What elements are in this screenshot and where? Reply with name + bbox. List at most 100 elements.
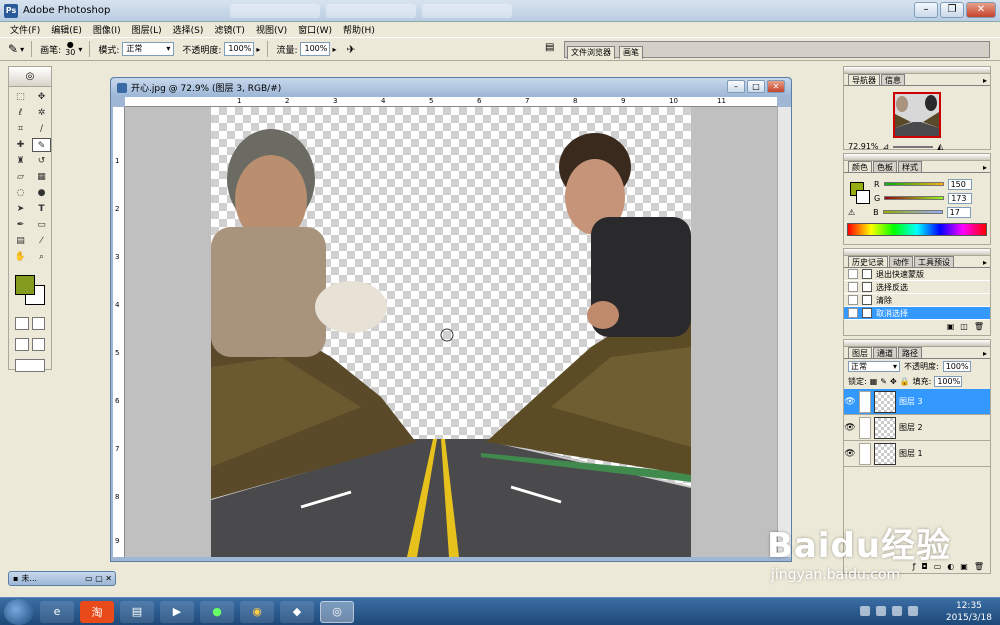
layer-brush-link-icon[interactable]	[859, 390, 871, 413]
lock-all-icon[interactable]: 🔒	[900, 377, 910, 386]
flow-arrow-icon[interactable]: ▸	[332, 45, 336, 54]
navigator-thumbnail[interactable]	[893, 92, 941, 138]
minimized-doc-buttons[interactable]: ▭ ▢ ✕	[85, 574, 112, 583]
clone-stamp-tool-icon[interactable]: ♜	[11, 154, 30, 168]
file-explorer-icon[interactable]: ▤	[120, 600, 154, 623]
document-titlebar[interactable]: 开心.jpg @ 72.9% (图层 3, RGB/#) – □ ✕	[111, 78, 791, 97]
tab-color[interactable]: 颜色	[848, 161, 872, 172]
panel-menu-icon[interactable]: ▸	[983, 258, 987, 267]
history-brush-tool-icon[interactable]: ↺	[32, 154, 51, 168]
color-panel-background-swatch[interactable]	[856, 190, 870, 204]
green-slider[interactable]	[884, 196, 945, 200]
green-app-icon[interactable]: ●	[200, 600, 234, 623]
opacity-field[interactable]: 100%	[224, 42, 255, 56]
screen-mode-full-menu-button[interactable]	[31, 338, 45, 351]
layer-row[interactable]: 👁 图层 3	[844, 389, 990, 415]
menu-filter[interactable]: 滤镜(T)	[214, 23, 245, 36]
document-vertical-scrollbar[interactable]	[777, 107, 791, 557]
type-tool-icon[interactable]: T	[32, 202, 51, 216]
tab-tool-presets[interactable]: 工具预设	[914, 256, 954, 267]
healing-brush-tool-icon[interactable]: ✚	[11, 138, 30, 152]
tab-info[interactable]: 信息	[881, 74, 905, 85]
jump-to-imageready-button[interactable]	[15, 359, 45, 372]
start-button[interactable]	[4, 598, 34, 625]
layer-opacity-field[interactable]: 100%	[942, 361, 971, 372]
doc-minimize-button[interactable]: –	[727, 80, 745, 93]
slice-tool-icon[interactable]: ∕	[32, 122, 51, 136]
zoom-out-icon[interactable]: ⊿	[883, 142, 890, 151]
doc-close-button[interactable]: ✕	[767, 80, 785, 93]
screen-mode-standard-button[interactable]	[15, 338, 29, 351]
history-item[interactable]: 选择反选	[844, 281, 990, 294]
zoom-in-icon[interactable]: ◭	[937, 142, 943, 151]
brush-tool-icon[interactable]: ✎	[32, 138, 51, 152]
palette-well-icon[interactable]: ▤	[545, 42, 554, 53]
history-item[interactable]: 清除	[844, 294, 990, 307]
history-item[interactable]: 退出快速蒙版	[844, 268, 990, 281]
delete-state-icon[interactable]: 🗑	[974, 322, 984, 331]
menu-layer[interactable]: 图层(L)	[132, 23, 162, 36]
history-snapshot-checkbox[interactable]	[848, 295, 858, 305]
layer-name[interactable]: 图层 3	[899, 396, 923, 407]
layer-link-icon[interactable]	[859, 416, 871, 439]
toolbox-header-eye-icon[interactable]: ◎	[9, 67, 51, 87]
lock-position-icon[interactable]: ✥	[890, 377, 897, 386]
tab-actions[interactable]: 动作	[889, 256, 913, 267]
delete-layer-icon[interactable]: 🗑	[974, 562, 984, 571]
menu-select[interactable]: 选择(S)	[173, 23, 204, 36]
blue-app-icon[interactable]: ◆	[280, 600, 314, 623]
lasso-tool-icon[interactable]: ℓ	[11, 106, 30, 120]
minimized-document[interactable]: ▪ 未... ▭ ▢ ✕	[8, 571, 116, 586]
minimize-button[interactable]: –	[914, 2, 938, 18]
tab-channels[interactable]: 通道	[873, 347, 897, 358]
layer-name[interactable]: 图层 1	[899, 448, 923, 459]
media-player-icon[interactable]: ▶	[160, 600, 194, 623]
mode-select[interactable]: 正常 ▾	[122, 42, 175, 56]
eraser-tool-icon[interactable]: ▱	[11, 170, 30, 184]
foreground-color-swatch[interactable]	[15, 275, 35, 295]
blur-tool-icon[interactable]: ◌	[11, 186, 30, 200]
tab-history[interactable]: 历史记录	[848, 256, 888, 267]
tab-swatches[interactable]: 色板	[873, 161, 897, 172]
panel-grip[interactable]	[844, 249, 990, 256]
tab-layers[interactable]: 图层	[848, 347, 872, 358]
eyedropper-tool-icon[interactable]: ⁄	[32, 234, 51, 248]
opacity-arrow-icon[interactable]: ▸	[256, 45, 260, 54]
gamut-warning-icon[interactable]: ⚠	[848, 208, 855, 217]
tab-paths[interactable]: 路径	[898, 347, 922, 358]
menu-view[interactable]: 视图(V)	[256, 23, 287, 36]
standard-mode-button[interactable]	[15, 317, 29, 330]
chrome-icon[interactable]: ◉	[240, 600, 274, 623]
taobao-icon[interactable]: 淘	[80, 600, 114, 623]
panel-menu-icon[interactable]: ▸	[983, 163, 987, 172]
magic-wand-tool-icon[interactable]: ✲	[32, 106, 51, 120]
marquee-tool-icon[interactable]: ⬚	[11, 90, 30, 104]
internet-explorer-icon[interactable]: e	[40, 600, 74, 623]
history-item-selected[interactable]: 取消选择	[844, 307, 990, 320]
move-tool-icon[interactable]: ✥	[32, 90, 51, 104]
panel-menu-icon[interactable]: ▸	[983, 349, 987, 358]
color-spectrum-bar[interactable]	[847, 223, 987, 236]
tab-navigator[interactable]: 导航器	[848, 74, 880, 85]
eye-icon[interactable]: 👁	[844, 423, 856, 433]
tab-styles[interactable]: 样式	[898, 161, 922, 172]
blue-value[interactable]: 17	[946, 206, 971, 218]
history-snapshot-checkbox[interactable]	[848, 308, 858, 318]
new-layer-icon[interactable]: ▣	[960, 562, 968, 571]
path-selection-tool-icon[interactable]: ➤	[11, 202, 30, 216]
flow-field[interactable]: 100%	[300, 42, 331, 56]
hand-tool-icon[interactable]: ✋	[11, 250, 30, 264]
layer-row[interactable]: 👁 图层 1	[844, 441, 990, 467]
tray-icon[interactable]	[892, 606, 902, 616]
panel-grip[interactable]	[844, 340, 990, 347]
brush-picker[interactable]: ● 30	[65, 41, 75, 57]
lock-transparency-icon[interactable]: ▦	[870, 377, 878, 386]
history-snapshot-checkbox[interactable]	[848, 269, 858, 279]
menu-edit[interactable]: 编辑(E)	[51, 23, 82, 36]
close-button[interactable]: ✕	[966, 2, 996, 18]
image-canvas[interactable]	[211, 107, 691, 557]
pen-tool-icon[interactable]: ✒	[11, 218, 30, 232]
blue-slider[interactable]	[882, 210, 943, 214]
layer-name[interactable]: 图层 2	[899, 422, 923, 433]
panel-grip[interactable]	[844, 154, 990, 161]
